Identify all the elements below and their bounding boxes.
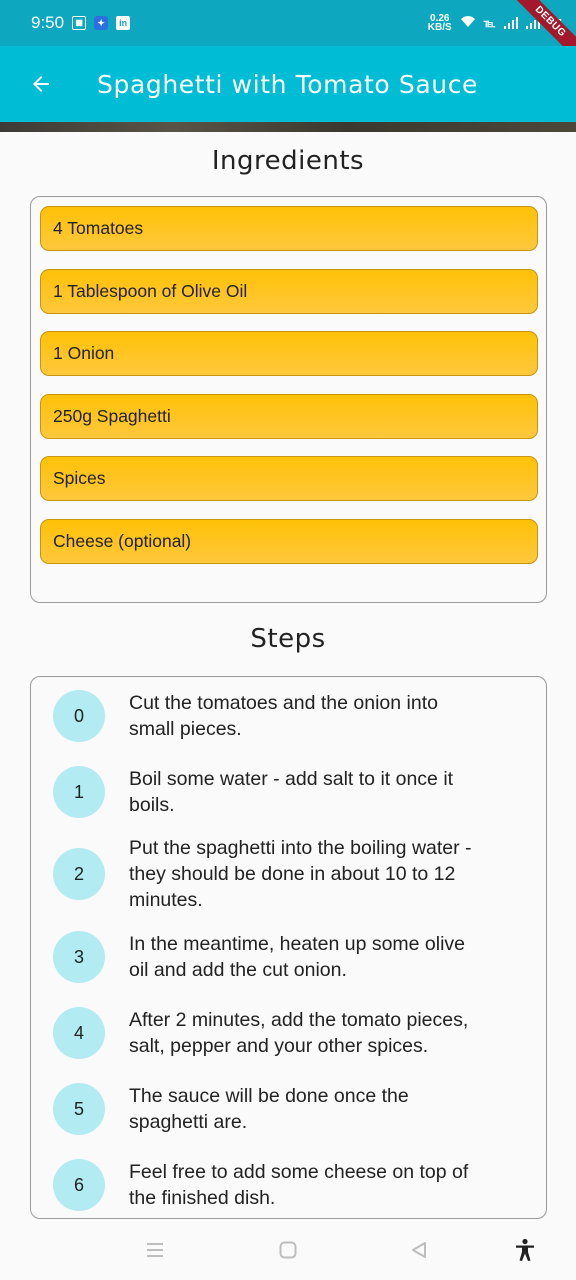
home-button[interactable] — [258, 1219, 318, 1280]
step-text: Put the spaghetti into the boiling water… — [129, 835, 529, 913]
page-title: Spaghetti with Tomato Sauce — [97, 69, 479, 99]
home-icon — [279, 1241, 297, 1258]
step-text-line: The sauce will be done once the — [129, 1085, 409, 1107]
step-text: After 2 minutes, add the tomato pieces, … — [129, 1007, 529, 1059]
grid-icon: ▦ — [72, 16, 87, 30]
recent-apps-button[interactable] — [125, 1219, 185, 1280]
step-text: Boil some water - add salt to it once it… — [129, 766, 529, 818]
ingredient-item[interactable]: 250g Spaghetti — [40, 394, 538, 439]
step-text: Cut the tomatoes and the onion into smal… — [129, 690, 529, 742]
step-text-line: Put the spaghetti into the boiling water… — [129, 837, 472, 859]
linkedin-icon: in — [116, 16, 131, 30]
step-text: Feel free to add some cheese on top of t… — [129, 1159, 529, 1211]
accessibility-icon — [516, 1238, 534, 1261]
signal-icon — [503, 17, 518, 29]
system-nav-bar — [0, 1219, 576, 1280]
step-number-avatar: 2 — [53, 848, 105, 900]
back-button[interactable] — [21, 64, 61, 104]
ingredients-heading: Ingredients — [211, 146, 365, 176]
step-text-line: Cut the tomatoes and the onion into — [129, 692, 438, 714]
step-text-line: After 2 minutes, add the tomato pieces, — [129, 1009, 469, 1031]
steps-card: 0 Cut the tomatoes and the onion into sm… — [30, 676, 547, 1219]
step-text-line: In the meantime, heaten up some olive — [129, 933, 466, 955]
step-text-line: spaghetti are. — [129, 1111, 248, 1133]
step-number-avatar: 1 — [53, 766, 105, 818]
back-triangle-icon — [412, 1241, 426, 1258]
accessibility-button[interactable] — [495, 1219, 555, 1280]
step-text-line: they should be done in about 10 to 12 — [129, 863, 456, 885]
status-bar: 9:50 ▦ ✦ in 0.26 KB/S ℡ 97 DEBUG — [0, 0, 576, 71]
ingredient-item[interactable]: 1 Tablespoon of Olive Oil — [40, 269, 538, 314]
ingredient-item[interactable]: Spices — [40, 456, 538, 501]
vpn-icon: ✦ — [94, 16, 109, 30]
step-text-line: the finished dish. — [129, 1187, 276, 1209]
ingredient-item[interactable]: Cheese (optional) — [40, 519, 538, 564]
ingredient-item[interactable]: 1 Onion — [40, 331, 538, 376]
step-text: In the meantime, heaten up some olive oi… — [129, 931, 529, 983]
step-text-line: boils. — [129, 794, 175, 816]
status-time: 9:50 — [31, 13, 65, 32]
app-bar: Spaghetti with Tomato Sauce — [0, 46, 576, 122]
step-number-avatar: 5 — [53, 1083, 105, 1135]
step-number-avatar: 0 — [53, 690, 105, 742]
step-number-avatar: 3 — [53, 931, 105, 983]
arrow-left-icon — [33, 76, 49, 92]
step-number-avatar: 6 — [53, 1159, 105, 1211]
wifi-icon — [460, 15, 476, 31]
step-text-line: salt, pepper and your other spices. — [129, 1035, 429, 1057]
step-text-line: minutes. — [129, 889, 203, 911]
recipe-image — [0, 122, 576, 132]
step-text-line: oil and add the cut onion. — [129, 959, 347, 981]
ingredient-item[interactable]: 4 Tomatoes — [40, 206, 538, 251]
step-text-line: Boil some water - add salt to it once it — [129, 768, 454, 790]
volte-icon: ℡ — [483, 17, 496, 30]
network-speed-unit: KB/S — [427, 22, 452, 33]
step-number-avatar: 4 — [53, 1007, 105, 1059]
step-text-line: Feel free to add some cheese on top of — [129, 1161, 469, 1183]
step-text-line: small pieces. — [129, 718, 242, 740]
recent-apps-icon — [147, 1242, 163, 1257]
nav-back-button[interactable] — [389, 1219, 449, 1280]
network-speed: 0.26 KB/S — [427, 14, 452, 33]
step-text: The sauce will be done once the spaghett… — [129, 1083, 529, 1135]
steps-heading: Steps — [250, 624, 326, 654]
ingredients-card: 4 Tomatoes 1 Tablespoon of Olive Oil 1 O… — [30, 196, 547, 603]
